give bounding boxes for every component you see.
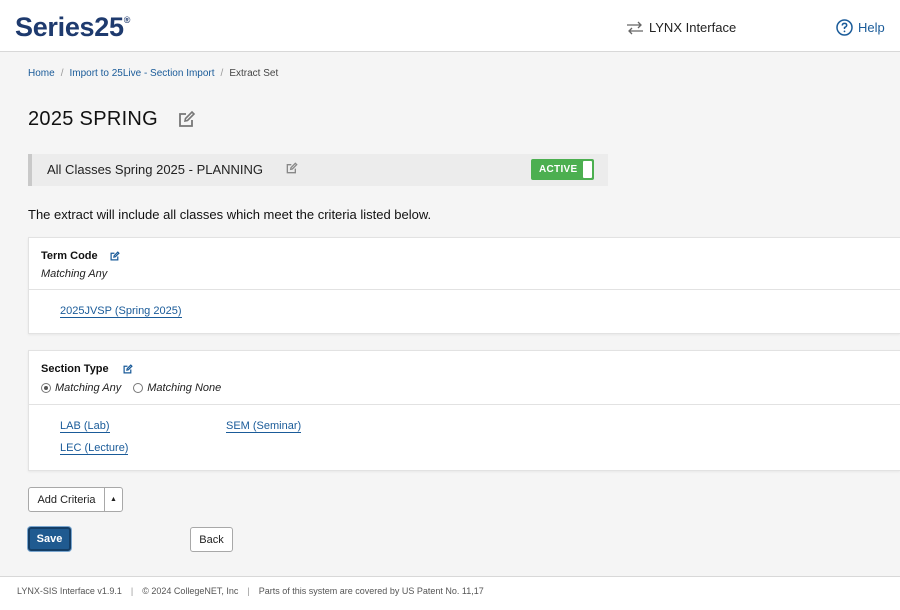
lynx-interface-label: LYNX Interface bbox=[649, 20, 737, 35]
extract-set-bar: All Classes Spring 2025 - PLANNING bbox=[28, 154, 608, 186]
breadcrumb-current: Extract Set bbox=[229, 68, 279, 79]
page-title: 2025 SPRING bbox=[28, 108, 159, 130]
add-criteria-button-group: Add Criteria ▲ bbox=[28, 487, 123, 512]
criteria-value-link[interactable]: 2025JVSP (Spring 2025) bbox=[60, 305, 182, 318]
edit-term-code-icon[interactable] bbox=[110, 251, 120, 261]
help-label: Help bbox=[858, 20, 885, 35]
save-button[interactable]: Save bbox=[28, 527, 71, 551]
active-toggle[interactable]: ACTIVE bbox=[531, 159, 594, 180]
active-toggle-label: ACTIVE bbox=[539, 164, 578, 175]
extract-description: The extract will include all classes whi… bbox=[28, 207, 432, 222]
radio-matching-none[interactable]: Matching None bbox=[133, 382, 221, 394]
page-footer: LYNX-SIS Interface v1.9.1 | © 2024 Colle… bbox=[0, 576, 900, 610]
criteria-card-header: Section Type Matching Any Matching None bbox=[29, 351, 900, 405]
footer-version: LYNX-SIS Interface v1.9.1 bbox=[17, 586, 122, 596]
lynx-interface-link[interactable]: LYNX Interface bbox=[626, 20, 736, 35]
question-circle-icon bbox=[836, 19, 853, 36]
term-code-criteria-card: Term Code Matching Any 2025JVSP (Spring … bbox=[28, 237, 900, 334]
swap-arrows-icon bbox=[627, 21, 643, 34]
footer-patent: Parts of this system are covered by US P… bbox=[258, 586, 484, 596]
criteria-value-link[interactable]: LAB (Lab) bbox=[60, 420, 110, 433]
section-type-criteria-card: Section Type Matching Any Matching None … bbox=[28, 350, 900, 471]
toggle-knob bbox=[583, 161, 592, 178]
series25-logo[interactable]: Series25® bbox=[15, 12, 130, 43]
criteria-title: Term Code bbox=[41, 250, 98, 262]
breadcrumb: Home / Import to 25Live - Section Import… bbox=[28, 68, 278, 79]
edit-set-name-icon[interactable] bbox=[286, 162, 298, 174]
criteria-value-link[interactable]: LEC (Lecture) bbox=[60, 442, 129, 455]
caret-up-icon[interactable]: ▲ bbox=[105, 488, 122, 511]
footer-divider: | bbox=[130, 586, 134, 596]
edit-title-icon[interactable] bbox=[178, 110, 196, 128]
breadcrumb-section-import[interactable]: Import to 25Live - Section Import bbox=[69, 68, 214, 79]
back-button[interactable]: Back bbox=[190, 527, 233, 552]
criteria-value-link[interactable]: SEM (Seminar) bbox=[226, 420, 302, 433]
criteria-card-header: Term Code Matching Any bbox=[29, 238, 900, 290]
radio-dot bbox=[133, 383, 144, 393]
breadcrumb-separator: / bbox=[60, 68, 64, 79]
title-row: 2025 SPRING bbox=[28, 108, 196, 131]
footer-divider: | bbox=[247, 586, 250, 596]
add-criteria-button[interactable]: Add Criteria bbox=[29, 488, 105, 511]
breadcrumb-home[interactable]: Home bbox=[28, 68, 55, 79]
radio-label: Matching Any bbox=[55, 382, 122, 394]
edit-section-type-icon[interactable] bbox=[123, 364, 133, 374]
extract-set-name: All Classes Spring 2025 - PLANNING bbox=[47, 162, 264, 177]
radio-dot-checked bbox=[41, 383, 51, 393]
breadcrumb-separator: / bbox=[220, 68, 224, 79]
criteria-match-mode: Matching Any bbox=[41, 268, 108, 280]
logo-registered-mark: ® bbox=[123, 15, 131, 25]
radio-label: Matching None bbox=[147, 382, 222, 394]
radio-matching-any[interactable]: Matching Any bbox=[41, 382, 121, 394]
help-link[interactable]: Help bbox=[836, 19, 885, 36]
criteria-title: Section Type bbox=[41, 363, 109, 375]
top-header: Series25® LYNX Interface Help bbox=[0, 0, 900, 52]
footer-copyright: © 2024 CollegeNET, Inc bbox=[142, 586, 239, 596]
logo-text: Series25 bbox=[15, 12, 124, 42]
match-mode-radio-group: Matching Any Matching None bbox=[41, 382, 221, 394]
